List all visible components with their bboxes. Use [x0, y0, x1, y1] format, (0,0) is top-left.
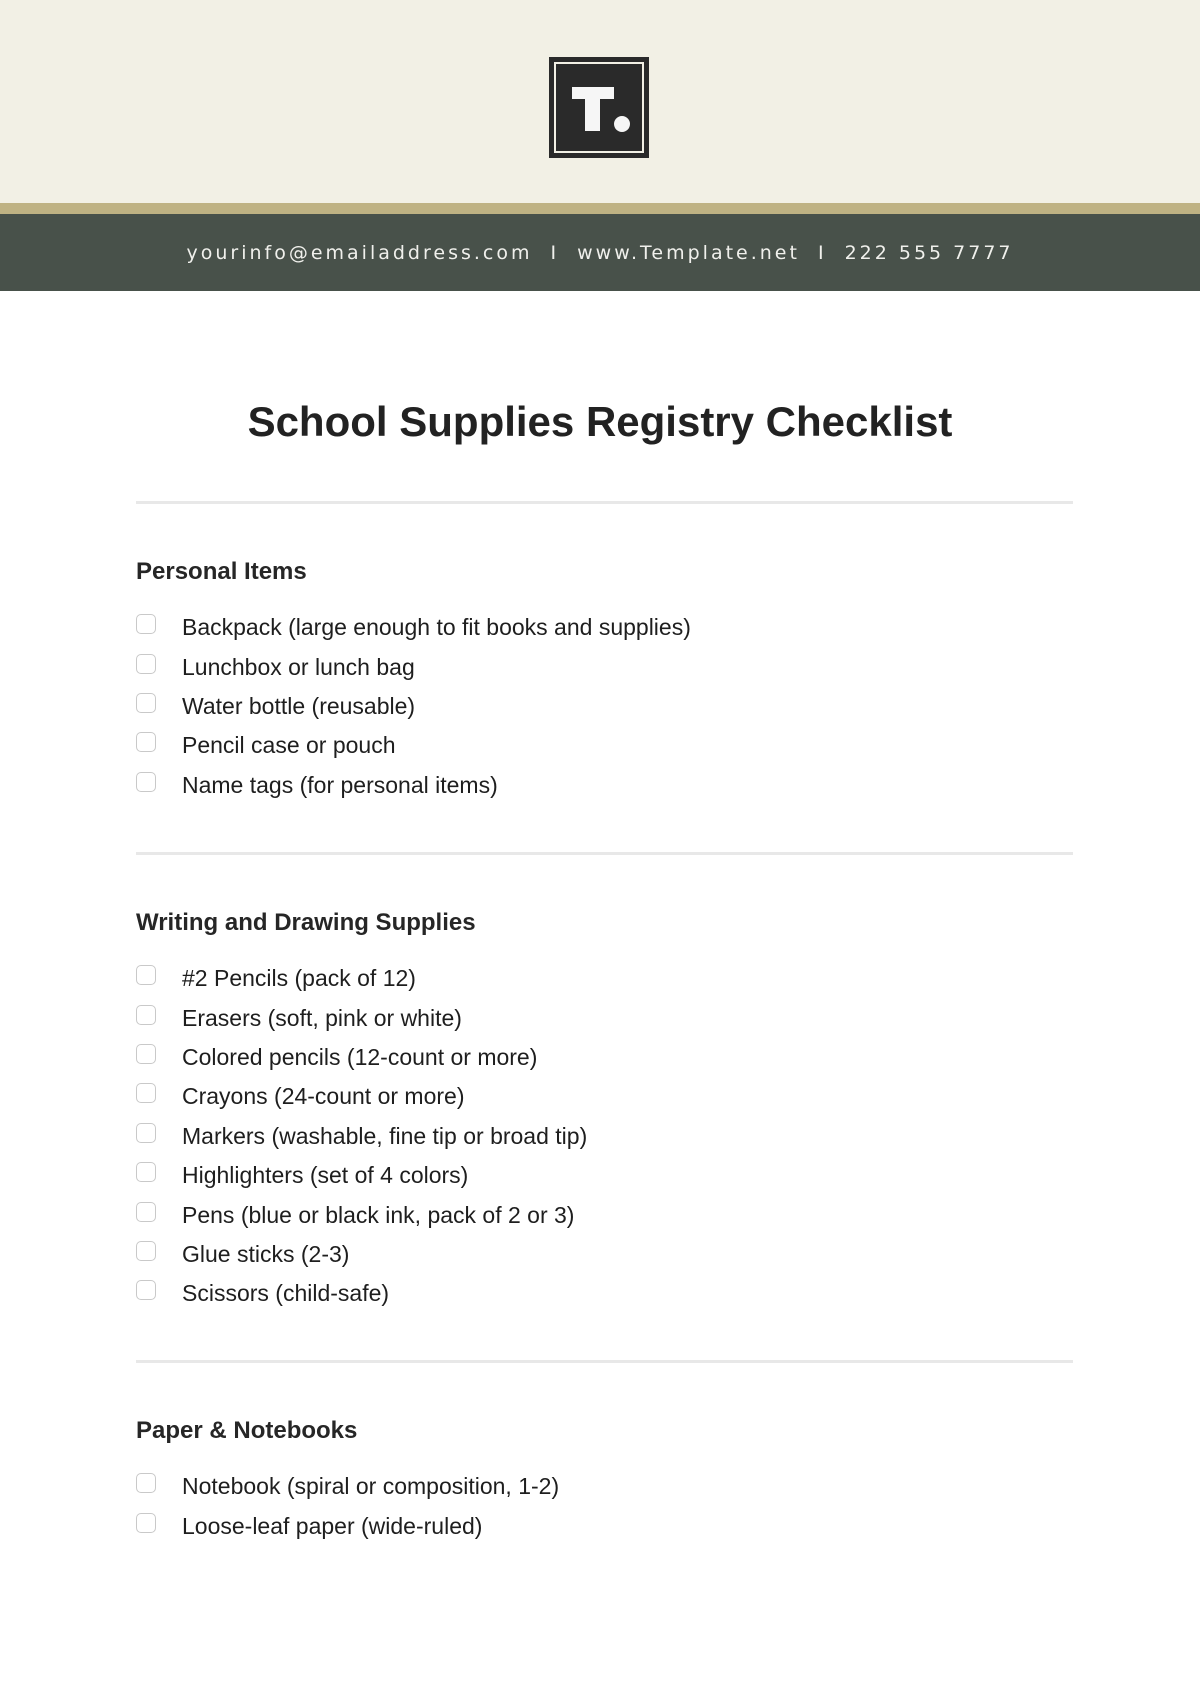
contact-website: www.Template.net	[577, 241, 800, 264]
checklist-item[interactable]: Backpack (large enough to fit books and …	[136, 608, 691, 647]
checkbox[interactable]	[136, 1473, 156, 1494]
checkbox[interactable]	[136, 1004, 156, 1025]
gold-accent-strip	[0, 203, 1200, 214]
checklist-item[interactable]: Colored pencils (12-count or more)	[136, 1038, 587, 1077]
contact-separator: I	[550, 241, 560, 264]
item-label: Water bottle (reusable)	[182, 692, 416, 719]
checklist-item[interactable]: Crayons (24-count or more)	[136, 1077, 587, 1116]
checkbox[interactable]	[136, 692, 156, 713]
checklist-item[interactable]: Water bottle (reusable)	[136, 687, 691, 726]
item-label: Loose-leaf paper (wide-ruled)	[182, 1512, 483, 1539]
header-banner	[0, 0, 1200, 203]
checklist-item[interactable]: Glue sticks (2-3)	[136, 1235, 587, 1274]
template-logo-icon	[549, 57, 649, 158]
logo-t-stem	[585, 87, 600, 131]
checkbox[interactable]	[136, 1162, 156, 1183]
section-heading-personal-items: Personal Items	[136, 558, 307, 585]
checklist-item[interactable]: Pencil case or pouch	[136, 726, 691, 765]
checkbox[interactable]	[136, 1083, 156, 1104]
checklist-item[interactable]: Lunchbox or lunch bag	[136, 647, 691, 686]
item-label: Highlighters (set of 4 colors)	[182, 1162, 469, 1189]
item-label: Scissors (child-safe)	[182, 1280, 390, 1307]
divider	[136, 1360, 1073, 1363]
checklist-item[interactable]: Loose-leaf paper (wide-ruled)	[136, 1506, 559, 1545]
checkbox[interactable]	[136, 1512, 156, 1533]
checklist-item[interactable]: Markers (washable, fine tip or broad tip…	[136, 1117, 587, 1156]
logo-dot	[614, 116, 630, 132]
item-label: Lunchbox or lunch bag	[182, 653, 415, 680]
item-label: Backpack (large enough to fit books and …	[182, 614, 691, 641]
checkbox[interactable]	[136, 771, 156, 792]
checklist-paper-notebooks: Notebook (spiral or composition, 1-2) Lo…	[136, 1467, 559, 1546]
checklist-personal-items: Backpack (large enough to fit books and …	[136, 608, 691, 805]
contact-phone: 222 555 7777	[844, 241, 1014, 264]
checkbox[interactable]	[136, 1122, 156, 1143]
item-label: Erasers (soft, pink or white)	[182, 1004, 462, 1031]
contact-band: yourinfo@emailaddress.com I www.Template…	[0, 214, 1200, 291]
checklist-item[interactable]: Erasers (soft, pink or white)	[136, 998, 587, 1037]
checkbox[interactable]	[136, 653, 156, 674]
item-label: Name tags (for personal items)	[182, 771, 498, 798]
section-heading-writing-drawing: Writing and Drawing Supplies	[136, 909, 476, 936]
page-title: School Supplies Registry Checklist	[247, 398, 953, 445]
item-label: Colored pencils (12-count or more)	[182, 1043, 538, 1070]
section-heading-paper-notebooks: Paper & Notebooks	[136, 1417, 358, 1444]
checkbox[interactable]	[136, 732, 156, 753]
checklist-item[interactable]: #2 Pencils (pack of 12)	[136, 959, 587, 998]
checkbox[interactable]	[136, 1043, 156, 1064]
contact-separator: I	[817, 241, 827, 264]
item-label: Pencil case or pouch	[182, 732, 396, 759]
checklist-item[interactable]: Name tags (for personal items)	[136, 766, 691, 805]
item-label: Markers (washable, fine tip or broad tip…	[182, 1122, 588, 1149]
checklist-item[interactable]: Scissors (child-safe)	[136, 1274, 587, 1313]
checklist-writing-drawing: #2 Pencils (pack of 12) Erasers (soft, p…	[136, 959, 587, 1314]
checkbox[interactable]	[136, 1280, 156, 1301]
divider	[136, 501, 1073, 504]
checkbox[interactable]	[136, 1240, 156, 1261]
checkbox[interactable]	[136, 965, 156, 986]
item-label: #2 Pencils (pack of 12)	[182, 965, 416, 992]
item-label: Notebook (spiral or composition, 1-2)	[182, 1473, 560, 1500]
checklist-item[interactable]: Notebook (spiral or composition, 1-2)	[136, 1467, 559, 1506]
contact-email: yourinfo@emailaddress.com	[186, 241, 533, 264]
checkbox[interactable]	[136, 1201, 156, 1222]
divider	[136, 852, 1073, 855]
item-label: Glue sticks (2-3)	[182, 1240, 350, 1267]
checklist-item[interactable]: Highlighters (set of 4 colors)	[136, 1156, 587, 1195]
checkbox[interactable]	[136, 614, 156, 635]
item-label: Pens (blue or black ink, pack of 2 or 3)	[182, 1201, 575, 1228]
item-label: Crayons (24-count or more)	[182, 1083, 465, 1110]
checklist-item[interactable]: Pens (blue or black ink, pack of 2 or 3)	[136, 1195, 587, 1234]
